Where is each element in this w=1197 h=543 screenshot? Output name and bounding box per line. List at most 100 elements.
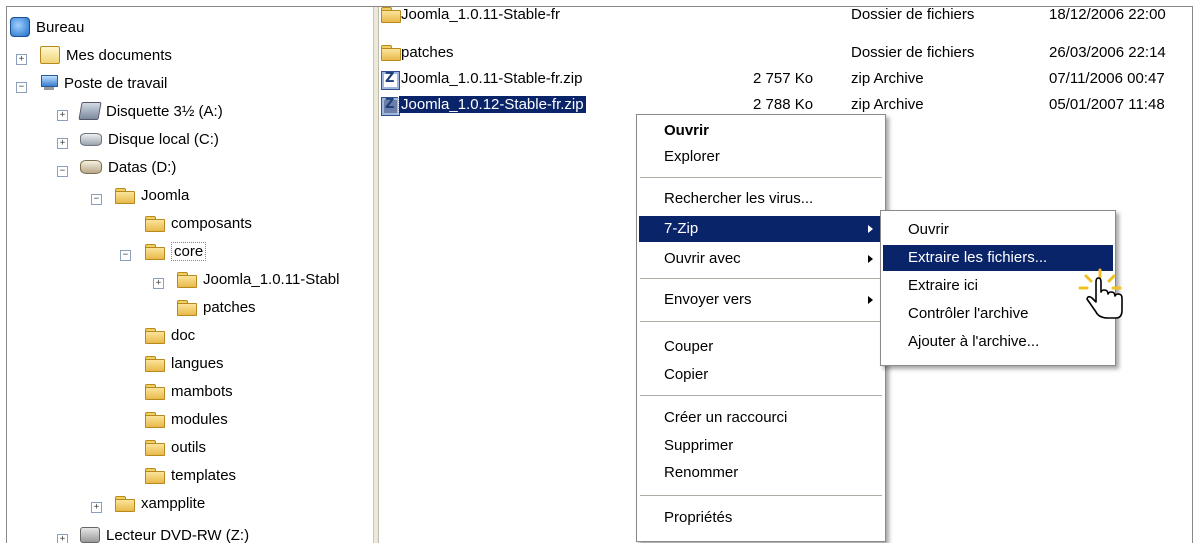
tree-label: patches <box>203 299 256 316</box>
file-size: 2 788 Ko <box>753 96 813 113</box>
file-row[interactable]: Joomla_1.0.11-Stable-fr Dossier de fichi… <box>379 7 1192 27</box>
submenu-item-ajouter-archive[interactable]: Ajouter à l'archive... <box>883 329 1113 355</box>
tree-item-bureau[interactable]: Bureau <box>10 15 84 39</box>
file-name: Joomla_1.0.11-Stable-fr.zip <box>401 70 583 87</box>
tree-item-patches[interactable]: patches <box>177 295 256 319</box>
menu-item-creer-raccourci[interactable]: Créer un raccourci <box>639 405 883 431</box>
folder-tree[interactable]: Bureau Mes documents Poste de travail Di… <box>7 7 373 543</box>
collapse-toggle-poste-de-travail[interactable]: − <box>16 82 27 93</box>
menu-item-ouvrir[interactable]: Ouvrir <box>639 118 883 144</box>
zip-archive-icon <box>381 97 400 116</box>
menu-separator <box>640 177 882 179</box>
folder-icon <box>115 496 135 511</box>
tree-item-mes-documents[interactable]: Mes documents <box>40 43 172 67</box>
tree-label: templates <box>171 467 236 484</box>
folder-icon <box>145 328 165 343</box>
expand-toggle-disquette[interactable]: + <box>57 110 68 121</box>
tree-label: Disque local (C:) <box>108 131 219 148</box>
menu-item-explorer[interactable]: Explorer <box>639 144 883 170</box>
tree-label: Disquette 3½ (A:) <box>106 103 223 120</box>
expand-toggle-mes-documents[interactable]: + <box>16 54 27 65</box>
tree-label: composants <box>171 215 252 232</box>
menu-separator <box>640 321 882 323</box>
expand-toggle-joomla-1011[interactable]: + <box>153 278 164 289</box>
menu-item-ouvrir-avec[interactable]: Ouvrir avec <box>639 246 883 272</box>
folder-icon <box>115 188 135 203</box>
tree-item-composants[interactable]: composants <box>145 211 252 235</box>
collapse-toggle-core[interactable]: − <box>120 250 131 261</box>
folder-icon <box>177 300 197 315</box>
folder-icon <box>381 7 401 22</box>
expand-toggle-disque-local[interactable]: + <box>57 138 68 149</box>
menu-item-proprietes[interactable]: Propriétés <box>639 505 883 531</box>
hard-drive-icon <box>80 133 102 146</box>
file-modified: 18/12/2006 22:00 <box>1049 7 1166 23</box>
tree-item-joomla-1011[interactable]: Joomla_1.0.11-Stabl <box>177 267 339 291</box>
folder-icon <box>145 412 165 427</box>
folder-icon <box>381 45 401 60</box>
menu-item-copier[interactable]: Copier <box>639 362 883 388</box>
tree-item-xampplite[interactable]: xampplite <box>115 491 205 515</box>
context-menu: Ouvrir Explorer Rechercher les virus... … <box>636 114 886 542</box>
file-modified: 05/01/2007 11:48 <box>1049 96 1165 113</box>
menu-item-7zip[interactable]: 7-Zip <box>639 216 883 242</box>
tree-label: doc <box>171 327 195 344</box>
submenu-arrow-icon <box>868 296 873 304</box>
folder-icon <box>145 468 165 483</box>
menu-item-label: Envoyer vers <box>664 291 752 308</box>
menu-item-rechercher-virus[interactable]: Rechercher les virus... <box>639 186 883 212</box>
file-row[interactable]: Joomla_1.0.11-Stable-fr.zip 2 757 Ko zip… <box>379 67 1192 91</box>
file-type: zip Archive <box>851 96 924 113</box>
tree-item-lecteur-dvd[interactable]: Lecteur DVD-RW (Z:) <box>80 523 249 543</box>
tree-item-mambots[interactable]: mambots <box>145 379 233 403</box>
file-size: 2 757 Ko <box>753 70 813 87</box>
menu-separator <box>640 278 882 280</box>
tree-label: Joomla_1.0.11-Stabl <box>203 271 339 288</box>
file-type: Dossier de fichiers <box>851 44 974 61</box>
folder-icon <box>145 440 165 455</box>
folder-icon <box>145 244 165 259</box>
tree-item-core[interactable]: core <box>145 239 206 263</box>
file-name: Joomla_1.0.11-Stable-fr <box>401 7 560 23</box>
menu-item-envoyer-vers[interactable]: Envoyer vers <box>639 287 883 313</box>
zip-archive-icon <box>381 71 400 90</box>
folder-icon <box>145 356 165 371</box>
tree-item-langues[interactable]: langues <box>145 351 224 375</box>
collapse-toggle-datas[interactable]: − <box>57 166 68 177</box>
tree-label: Bureau <box>36 19 84 36</box>
file-row[interactable]: patches Dossier de fichiers 26/03/2006 2… <box>379 41 1192 65</box>
tree-label: Lecteur DVD-RW (Z:) <box>106 527 249 543</box>
tree-item-templates[interactable]: templates <box>145 463 236 487</box>
file-name: Joomla_1.0.12-Stable-fr.zip <box>399 96 586 113</box>
tree-item-outils[interactable]: outils <box>145 435 206 459</box>
tree-item-disquette[interactable]: Disquette 3½ (A:) <box>80 99 223 123</box>
tree-item-joomla[interactable]: Joomla <box>115 183 189 207</box>
dvd-drive-icon <box>80 527 100 543</box>
menu-item-couper[interactable]: Couper <box>639 334 883 360</box>
file-modified: 26/03/2006 22:14 <box>1049 44 1166 61</box>
desktop-icon <box>10 17 30 37</box>
file-type: Dossier de fichiers <box>851 7 974 23</box>
menu-item-supprimer[interactable]: Supprimer <box>639 433 883 459</box>
tree-item-doc[interactable]: doc <box>145 323 195 347</box>
tree-item-disque-local[interactable]: Disque local (C:) <box>80 127 219 151</box>
tree-item-datas[interactable]: Datas (D:) <box>80 155 176 179</box>
tree-label: mambots <box>171 383 233 400</box>
file-modified: 07/11/2006 00:47 <box>1049 70 1165 87</box>
tree-label: core <box>171 242 206 261</box>
tree-label: modules <box>171 411 228 428</box>
submenu-arrow-icon <box>868 255 873 263</box>
submenu-item-ouvrir[interactable]: Ouvrir <box>883 217 1113 243</box>
expand-toggle-xampplite[interactable]: + <box>91 502 102 513</box>
tree-item-modules[interactable]: modules <box>145 407 228 431</box>
hard-drive-icon <box>80 160 102 174</box>
tree-label: langues <box>171 355 224 372</box>
tree-label: Datas (D:) <box>108 159 176 176</box>
my-computer-icon <box>40 75 58 91</box>
tree-label: Joomla <box>141 187 189 204</box>
tree-item-poste-de-travail[interactable]: Poste de travail <box>40 71 167 95</box>
collapse-toggle-joomla[interactable]: − <box>91 194 102 205</box>
menu-item-renommer[interactable]: Renommer <box>639 460 883 486</box>
menu-item-label: Ouvrir avec <box>664 250 741 267</box>
folder-icon <box>145 384 165 399</box>
